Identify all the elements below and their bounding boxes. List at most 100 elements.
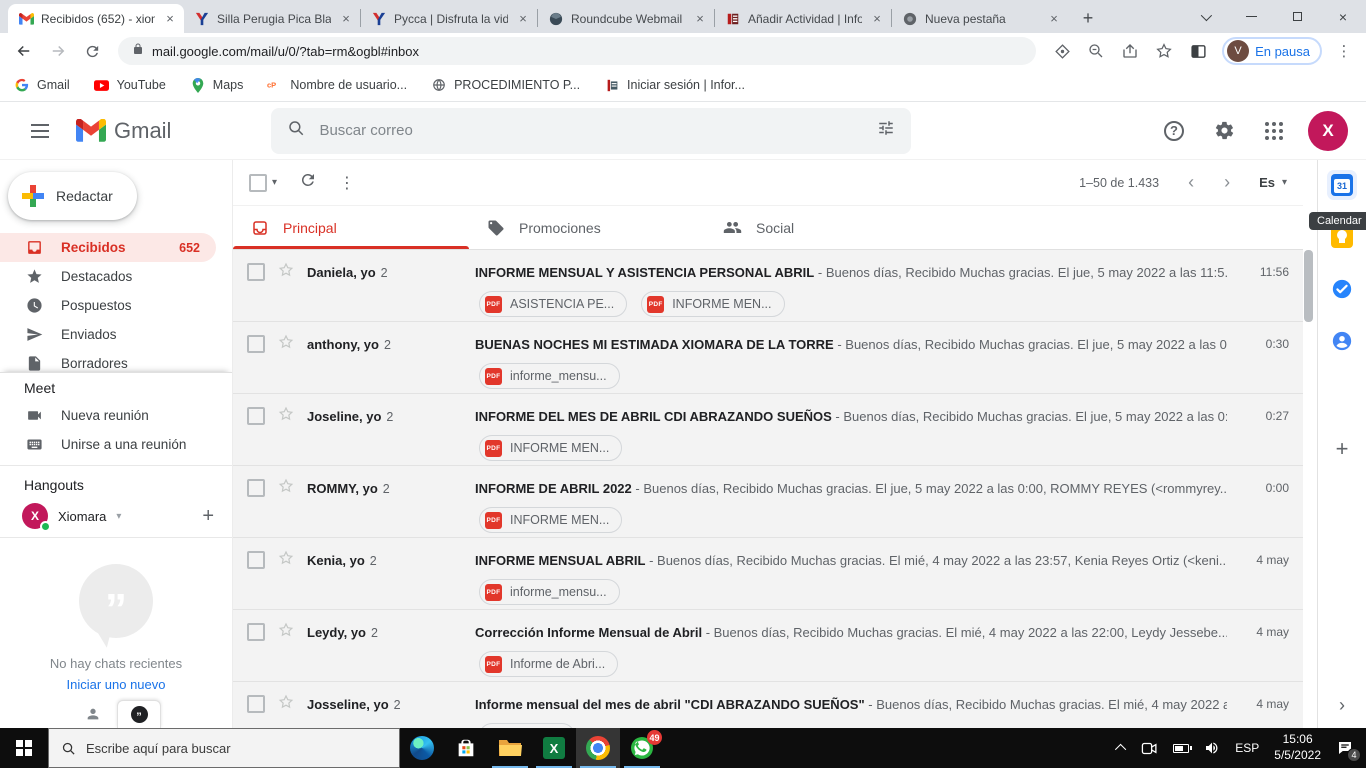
sidebar-item-enviados[interactable]: Enviados [0,320,216,349]
select-all-checkbox[interactable] [249,173,267,192]
gmail-account-avatar[interactable]: X [1308,110,1348,151]
hamburger-menu-icon[interactable] [20,111,60,151]
sidebar-item-unirse-reunion[interactable]: Unirse a una reunión [0,430,216,459]
star-icon[interactable] [277,333,295,356]
email-row[interactable]: Kenia, yo 2 INFORME MENSUAL ABRIL - Bueno… [233,538,1303,610]
calendar-panel-button[interactable]: 31 [1327,170,1357,200]
close-button[interactable]: × [1320,0,1366,33]
row-checkbox[interactable] [247,551,265,569]
restore-button[interactable] [1274,0,1320,33]
sidebar-item-borradores[interactable]: Borradores [0,349,216,372]
newer-page-icon[interactable]: ‹ [1177,172,1205,193]
lock-icon[interactable] [132,42,144,61]
tab-gmail[interactable]: Recibidos (652) - xiom × [8,4,184,33]
bookmark-gmail[interactable]: Gmail [14,77,70,93]
sidebar-item-recibidos[interactable]: Recibidos 652 [0,233,216,262]
google-apps-grid-icon[interactable] [1254,111,1294,151]
start-button[interactable] [0,728,48,768]
tab-close-icon[interactable]: × [515,11,531,26]
add-panel-app-icon[interactable]: + [1336,436,1349,462]
scrollbar-thumb[interactable] [1304,250,1313,322]
bookmark-iniciar-sesion[interactable]: Iniciar sesión | Infor... [604,77,745,93]
email-row[interactable]: Joseline, yo 2 INFORME DEL MES DE ABRIL C… [233,394,1303,466]
hangouts-user-row[interactable]: X Xiomara ▾ + [0,498,232,538]
row-checkbox[interactable] [247,479,265,497]
attachment-chip[interactable]: PDF INFORME MEN... [479,435,623,461]
bookmark-maps[interactable]: Maps [190,77,243,93]
attachment-chip[interactable]: PDF INFORME MEN... [479,507,623,533]
sidebar-item-pospuestos[interactable]: Pospuestos [0,291,216,320]
taskbar-clock[interactable]: 15:06 5/5/2022 [1274,732,1321,763]
volume-icon[interactable] [1204,740,1220,756]
contacts-tab[interactable] [71,700,115,728]
row-checkbox[interactable] [247,335,265,353]
tab-close-icon[interactable]: × [869,11,885,26]
attachment-chip[interactable]: PDF informe_mensu... [479,579,620,605]
share-icon[interactable] [1116,37,1144,65]
forward-icon[interactable] [44,37,72,65]
taskbar-edge[interactable] [400,728,444,768]
star-icon[interactable] [277,261,295,284]
taskbar-whatsapp[interactable]: 49 [620,728,664,768]
meet-now-icon[interactable] [1141,741,1158,756]
extension-eye-icon[interactable] [1048,37,1076,65]
taskbar-chrome[interactable] [576,728,620,768]
more-options-icon[interactable]: ⋮ [339,173,355,193]
attachment-chip[interactable]: PDF INFORME MEN... [641,291,785,317]
tab-social[interactable]: Social [705,206,941,249]
tasks-panel-button[interactable] [1327,274,1357,304]
tab-close-icon[interactable]: × [338,11,354,26]
reload-icon[interactable] [78,37,106,65]
taskbar-search-input[interactable]: Escribe aquí para buscar [86,741,231,756]
gmail-search-box[interactable]: Buscar correo [271,107,912,154]
collapse-panel-icon[interactable]: › [1318,695,1366,716]
select-all-control[interactable]: ▾ [249,173,277,192]
contacts-panel-button[interactable] [1327,326,1357,356]
back-icon[interactable] [10,37,38,65]
tab-silla-perugia[interactable]: Silla Perugia Pica Blanc × [184,4,360,33]
email-row[interactable]: Leydy, yo 2 Corrección Informe Mensual de… [233,610,1303,682]
compose-button[interactable]: Redactar [8,172,137,220]
start-new-chat-link[interactable]: Iniciar uno nuevo [0,677,232,692]
address-bar[interactable]: mail.google.com/mail/u/0/?tab=rm&ogbl#in… [118,37,1037,65]
search-options-icon[interactable] [877,119,895,142]
browser-profile-chip[interactable]: V En pausa [1222,37,1322,65]
battery-icon[interactable] [1173,743,1192,753]
bookmark-cpanel[interactable]: cP Nombre de usuario... [267,77,407,93]
bookmark-star-icon[interactable] [1150,37,1178,65]
attachment-chip[interactable]: PDF informe_mensu... [479,363,620,389]
star-icon[interactable] [277,405,295,428]
tab-nueva-pestana[interactable]: Nueva pestaña × [892,4,1068,33]
tab-promociones[interactable]: Promociones [469,206,705,249]
taskbar-excel[interactable]: X [532,728,576,768]
search-input[interactable]: Buscar correo [319,122,863,139]
minimize-button[interactable] [1228,0,1274,33]
new-chat-plus-icon[interactable]: + [202,505,214,528]
chevron-down-icon[interactable]: ▾ [116,511,121,522]
row-checkbox[interactable] [247,407,265,425]
help-icon[interactable]: ? [1154,111,1194,151]
select-dropdown-icon[interactable]: ▾ [272,177,277,188]
url-text[interactable]: mail.google.com/mail/u/0/?tab=rm&ogbl#in… [152,44,419,59]
attachment-chip[interactable]: PDF ASISTENCIA PE... [479,291,628,317]
tab-close-icon[interactable]: × [162,11,178,26]
email-row[interactable]: Daniela, yo 2 INFORME MENSUAL Y ASISTENCI… [233,250,1303,322]
star-icon[interactable] [277,693,295,716]
sidebar-item-nueva-reunion[interactable]: Nueva reunión [0,401,216,430]
email-row[interactable]: ROMMY, yo 2 INFORME DE ABRIL 2022 - Bueno… [233,466,1303,538]
show-hidden-icons[interactable] [1115,743,1127,756]
refresh-icon[interactable] [299,171,317,194]
bookmark-youtube[interactable]: YouTube [94,77,166,93]
tab-anadir-actividad[interactable]: Añadir Actividad | Info × [715,4,891,33]
input-language-selector[interactable]: Es ▾ [1259,175,1287,190]
hangouts-tab[interactable]: ” [117,700,161,728]
tab-pycca[interactable]: Pycca | Disfruta la vida × [361,4,537,33]
row-checkbox[interactable] [247,623,265,641]
mail-list-scrollbar[interactable] [1304,160,1313,728]
tab-principal[interactable]: Principal [233,206,469,249]
email-row[interactable]: anthony, yo 2 BUENAS NOCHES MI ESTIMADA X… [233,322,1303,394]
bookmark-procedimiento[interactable]: PROCEDIMIENTO P... [431,77,580,93]
new-tab-button[interactable]: + [1074,4,1102,32]
settings-gear-icon[interactable] [1204,111,1244,151]
zoom-out-icon[interactable] [1082,37,1110,65]
